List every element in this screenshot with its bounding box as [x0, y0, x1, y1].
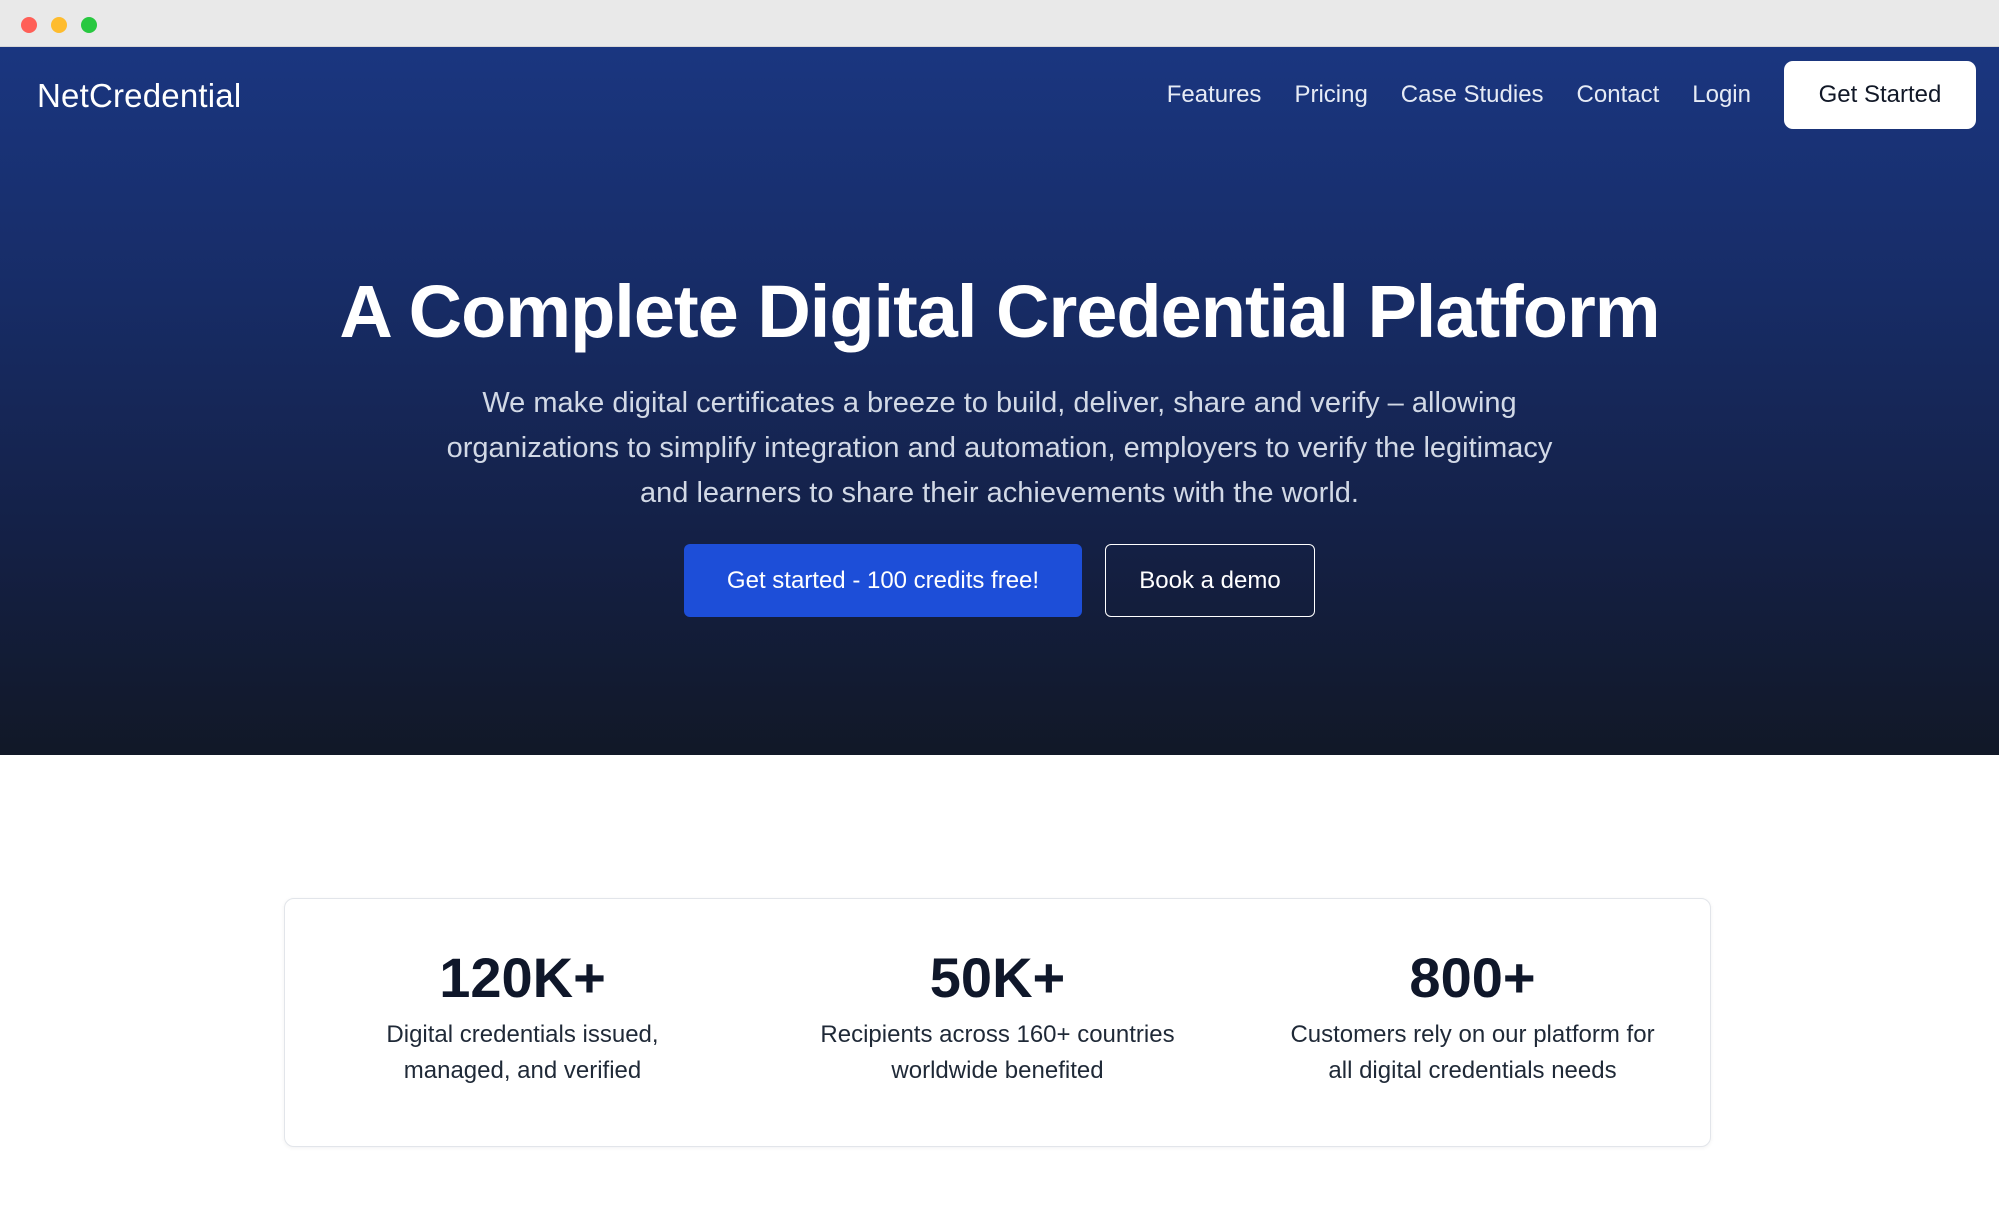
stat-description: Digital credentials issued, managed, and… — [386, 1021, 659, 1084]
nav-link-login[interactable]: Login — [1692, 81, 1751, 109]
stat-credentials: 120K+ Digital credentials issued, manage… — [285, 899, 760, 1146]
stat-value: 50K+ — [929, 946, 1066, 1009]
top-nav: Features Pricing Case Studies Contact Lo… — [1167, 61, 1976, 129]
get-started-button[interactable]: Get Started — [1784, 61, 1976, 129]
hero-actions: Get started - 100 credits free! Book a d… — [0, 544, 1999, 617]
hero-section: NetCredential Features Pricing Case Stud… — [0, 47, 1999, 755]
hero-title: A Complete Digital Credential Platform — [339, 270, 1660, 353]
minimize-window-button[interactable] — [51, 17, 67, 33]
nav-link-case-studies[interactable]: Case Studies — [1401, 81, 1544, 109]
stat-customers: 800+ Customers rely on our platform for … — [1235, 899, 1710, 1146]
stat-description: Customers rely on our platform for all d… — [1290, 1021, 1655, 1084]
nav-link-features[interactable]: Features — [1167, 81, 1262, 109]
maximize-window-button[interactable] — [81, 17, 97, 33]
book-demo-button[interactable]: Book a demo — [1105, 544, 1315, 617]
close-window-button[interactable] — [21, 17, 37, 33]
hero-subtitle: We make digital certificates a breeze to… — [446, 387, 1553, 509]
free-credits-button[interactable]: Get started - 100 credits free! — [684, 544, 1082, 617]
stat-value: 120K+ — [439, 946, 606, 1009]
brand-logo[interactable]: NetCredential — [37, 77, 241, 115]
stats-card: 120K+ Digital credentials issued, manage… — [284, 898, 1711, 1147]
stat-description: Recipients across 160+ countries worldwi… — [820, 1021, 1175, 1084]
nav-link-contact[interactable]: Contact — [1577, 81, 1660, 109]
stat-recipients: 50K+ Recipients across 160+ countries wo… — [760, 899, 1235, 1146]
nav-link-pricing[interactable]: Pricing — [1294, 81, 1367, 109]
browser-titlebar — [0, 0, 1999, 47]
stat-value: 800+ — [1409, 946, 1536, 1009]
